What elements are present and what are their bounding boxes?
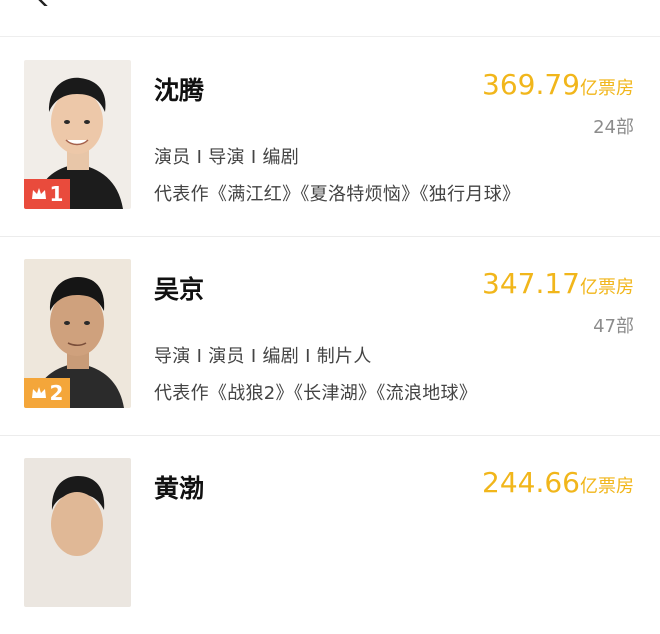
box-office-value: 244.66 <box>482 466 580 499</box>
rank-number: 1 <box>49 182 64 206</box>
box-office: 347.17亿票房 <box>482 267 634 300</box>
rank-number: 2 <box>49 381 64 405</box>
crown-icon <box>31 188 46 199</box>
box-office-unit: 亿票房 <box>580 78 634 99</box>
person-name[interactable]: 黄渤 <box>154 469 204 505</box>
box-office-unit: 亿票房 <box>580 277 634 298</box>
box-office-unit: 亿票房 <box>580 476 634 497</box>
avatar: 1 <box>24 60 131 209</box>
box-office: 369.79亿票房 <box>482 68 634 101</box>
box-office: 244.66亿票房 <box>482 466 634 499</box>
rank-badge: 2 <box>24 378 70 408</box>
rank-badge: 1 <box>24 179 70 209</box>
works-count: 24部 <box>593 117 634 138</box>
representative-works: 代表作《满江红》《夏洛特烦恼》《独行月球》 <box>154 184 521 205</box>
list-item[interactable]: 2 吴京 347.17亿票房 47部 导演 I 演员 I 编剧 I 制片人 代表… <box>0 236 660 436</box>
avatar: 2 <box>24 259 131 408</box>
list-item[interactable]: 1 沈腾 369.79亿票房 24部 演员 I 导演 I 编剧 代表作《满江红》… <box>0 37 660 237</box>
crown-icon <box>31 387 46 398</box>
person-name[interactable]: 沈腾 <box>154 71 204 107</box>
box-office-value: 347.17 <box>482 267 580 300</box>
page-title <box>232 0 432 6</box>
avatar <box>24 458 131 607</box>
roles: 导演 I 演员 I 编剧 I 制片人 <box>154 346 372 367</box>
box-office-value: 369.79 <box>482 68 580 101</box>
roles: 演员 I 导演 I 编剧 <box>154 147 300 168</box>
person-name[interactable]: 吴京 <box>154 270 204 306</box>
works-count: 47部 <box>593 316 634 337</box>
list-item[interactable]: 黄渤 244.66亿票房 <box>0 435 660 634</box>
representative-works: 代表作《战狼2》《长津湖》《流浪地球》 <box>154 383 478 404</box>
back-chevron-icon[interactable] <box>34 0 54 6</box>
top-navigation-bar <box>0 0 660 37</box>
portrait-image <box>24 458 131 607</box>
